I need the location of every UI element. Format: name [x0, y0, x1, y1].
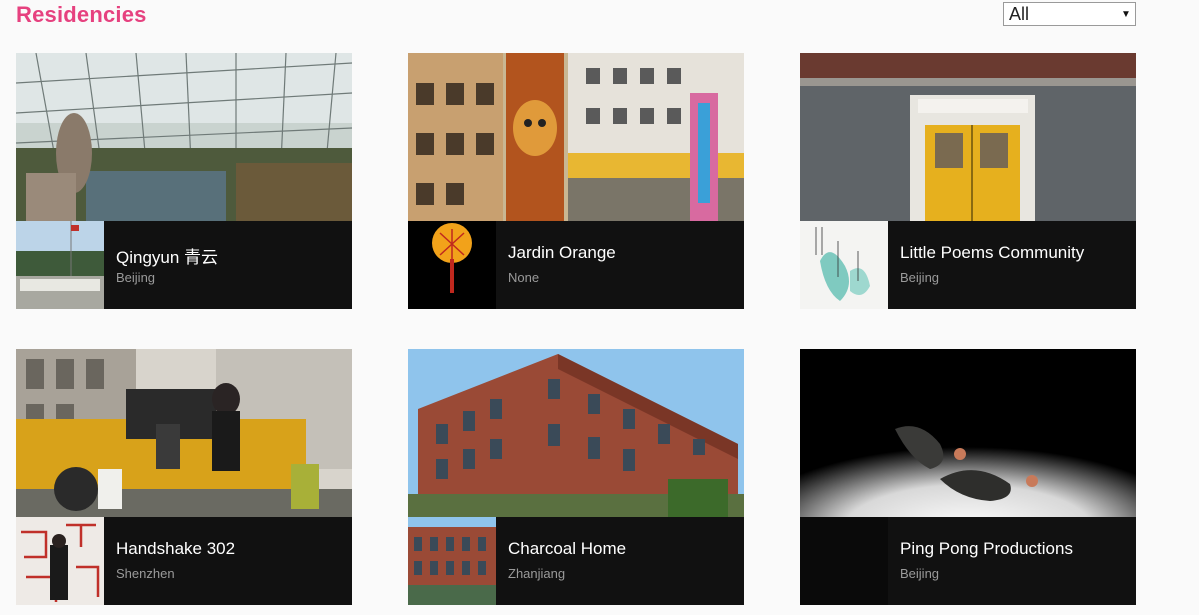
- residency-city: None: [508, 270, 540, 285]
- residency-card-charcoal-home[interactable]: Charcoal Home Zhanjiang: [408, 349, 744, 605]
- residency-card-ping-pong-productions[interactable]: Ping Pong Productions Beijing: [800, 349, 1136, 605]
- residency-card-handshake-302[interactable]: Handshake 302 Shenzhen: [16, 349, 352, 605]
- triangle-down-icon: ▼: [1121, 8, 1131, 20]
- residency-thumbnail: [16, 517, 104, 605]
- residency-info: Handshake 302 Shenzhen: [16, 517, 352, 605]
- residency-photo[interactable]: [16, 53, 352, 221]
- residency-thumbnail: [408, 517, 496, 605]
- residency-name[interactable]: Charcoal Home: [508, 539, 626, 559]
- residency-photo[interactable]: [800, 349, 1136, 517]
- residency-info: Charcoal Home Zhanjiang: [408, 517, 744, 605]
- residency-photo[interactable]: [800, 53, 1136, 221]
- residency-thumbnail: [800, 221, 888, 309]
- residency-name[interactable]: Handshake 302: [116, 539, 235, 559]
- residency-name[interactable]: Ping Pong Productions: [900, 539, 1073, 559]
- residency-info: Ping Pong Productions Beijing: [800, 517, 1136, 605]
- residency-info: Jardin Orange None: [408, 221, 744, 309]
- residency-thumbnail: [408, 221, 496, 309]
- residency-name[interactable]: Qingyun 青云: [116, 243, 218, 268]
- residency-info: Little Poems Community Beijing: [800, 221, 1136, 309]
- residency-city: Zhanjiang: [508, 566, 566, 581]
- residency-thumbnail: [16, 221, 104, 309]
- residency-thumbnail: [800, 517, 888, 605]
- residency-name[interactable]: Jardin Orange: [508, 243, 616, 263]
- residency-city: Beijing: [116, 270, 156, 285]
- residency-name[interactable]: Little Poems Community: [900, 243, 1084, 263]
- filter-selected-value: All: [1009, 3, 1030, 24]
- residency-info: Qingyun 青云 Beijing: [16, 221, 352, 309]
- residency-card-little-poems[interactable]: Little Poems Community Beijing: [800, 53, 1136, 309]
- residency-card-qingyun[interactable]: Qingyun 青云 Beijing: [16, 53, 352, 309]
- region-filter-select[interactable]: All ▼: [1003, 2, 1136, 26]
- residency-photo[interactable]: [408, 349, 744, 517]
- page-title: Residencies: [16, 2, 147, 27]
- residency-city: Shenzhen: [116, 566, 175, 581]
- residency-city: Beijing: [900, 270, 940, 285]
- residency-photo[interactable]: [16, 349, 352, 517]
- residency-city: Beijing: [900, 566, 940, 581]
- residency-card-jardin-orange[interactable]: Jardin Orange None: [408, 53, 744, 309]
- residency-photo[interactable]: [408, 53, 744, 221]
